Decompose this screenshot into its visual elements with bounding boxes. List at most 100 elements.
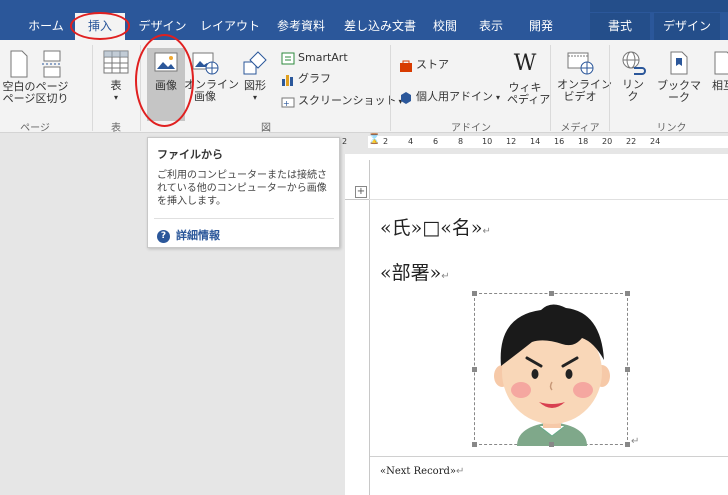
chevron-down-icon: ▾ <box>252 93 257 102</box>
ribbon-separator <box>609 45 610 131</box>
blank-page-button[interactable]: 空白の ページ <box>2 50 36 105</box>
link-button[interactable]: リン ク <box>615 50 651 103</box>
online-video-button[interactable]: オンライン ビデオ <box>557 50 612 103</box>
resize-handle[interactable] <box>472 367 477 372</box>
ruler-tick: 24 <box>650 137 661 146</box>
resize-handle[interactable] <box>472 442 477 447</box>
ruler-tick: 16 <box>554 137 565 146</box>
store-icon <box>400 60 412 72</box>
next-record-field[interactable]: «Next Record»↵ <box>380 466 464 477</box>
face-illustration-icon <box>494 304 610 446</box>
selected-picture[interactable] <box>472 291 630 447</box>
resize-handle[interactable] <box>472 291 477 296</box>
online-video-icon <box>567 52 594 75</box>
chevron-down-icon: ▾ <box>496 93 501 102</box>
shapes-label: 図形 <box>244 79 266 92</box>
smartart-button[interactable]: SmartArt <box>281 50 348 66</box>
ribbon-separator <box>550 45 551 131</box>
smartart-label: SmartArt <box>298 51 348 64</box>
ruler-tick: 6 <box>433 137 439 146</box>
insert-tab-highlight-circle <box>70 12 130 40</box>
addins-icon <box>401 91 411 104</box>
tooltip-divider <box>154 218 334 219</box>
table-row-border <box>370 456 728 457</box>
indent-marker-icon[interactable]: ⌛ <box>368 134 380 145</box>
chart-label: グラフ <box>298 72 331 85</box>
ruler-text-area <box>368 136 728 148</box>
tab-review[interactable]: 校閲 <box>424 13 466 40</box>
name-fields: «氏»□«名» <box>380 217 483 239</box>
resize-handle[interactable] <box>625 367 630 372</box>
horizontal-ruler[interactable]: 2 ⌛ 2 4 6 8 10 12 14 16 18 20 22 24 <box>340 133 728 151</box>
paragraph-mark: ↵ <box>631 436 640 447</box>
ruler-tick: 8 <box>458 137 464 146</box>
pictures-tooltip: ファイルから ご利用のコンピューターまたは接続されている他のコンピューターから画… <box>147 137 340 248</box>
resize-handle[interactable] <box>625 291 630 296</box>
group-label-illustrations: 図 <box>261 123 271 134</box>
my-addins-button[interactable]: 個人用アドイン ▾ <box>399 89 500 106</box>
chart-icon <box>282 74 293 86</box>
store-button[interactable]: ストア <box>399 57 449 73</box>
page-break-label: ページ 区切り <box>35 80 69 105</box>
tooltip-help-link[interactable]: ? 詳細情報 <box>157 227 220 243</box>
ruler-tick: 10 <box>482 137 493 146</box>
shapes-icon <box>243 51 267 75</box>
table-move-handle-icon[interactable]: + <box>355 186 367 198</box>
group-label-media: メディア <box>560 123 600 134</box>
bookmark-button[interactable]: ブックマーク <box>655 50 703 104</box>
smartart-icon <box>281 52 295 64</box>
tab-home[interactable]: ホーム <box>22 13 70 40</box>
ruler-tick: 14 <box>530 137 541 146</box>
table-button[interactable]: 表 ▾ <box>98 50 134 104</box>
tab-view[interactable]: 表示 <box>470 13 512 40</box>
margin-guide <box>345 199 369 200</box>
shapes-button[interactable]: 図形 ▾ <box>238 50 272 104</box>
tab-format[interactable]: 書式 <box>590 13 650 40</box>
group-label-pages: ページ <box>20 123 50 134</box>
group-label-links: リンク <box>656 123 687 134</box>
resize-handle[interactable] <box>549 442 554 447</box>
resize-handle[interactable] <box>549 291 554 296</box>
ribbon-separator <box>92 45 93 131</box>
store-label: ストア <box>416 58 449 71</box>
tab-mailings[interactable]: 差し込み文書 <box>340 13 420 40</box>
merge-field-department[interactable]: «部署»↵ <box>380 258 450 285</box>
tab-table-design[interactable]: デザイン <box>654 13 720 40</box>
ruler-tick: 22 <box>626 137 637 146</box>
screenshot-button[interactable]: + スクリーンショット ▾ <box>281 93 402 110</box>
group-label-addins: アドイン <box>451 123 491 134</box>
ruler-tick: 2 <box>342 137 348 146</box>
next-record-text: «Next Record» <box>380 466 456 477</box>
bookmark-icon <box>670 51 688 75</box>
my-addins-label: 個人用アドイン <box>416 90 493 103</box>
ribbon-separator <box>390 45 391 131</box>
contextual-tab-header <box>590 0 728 12</box>
bookmark-label: ブックマーク <box>657 79 701 104</box>
department-field: «部署» <box>380 262 442 284</box>
group-label-table: 表 <box>111 123 121 134</box>
paragraph-mark: ↵ <box>482 226 491 237</box>
resize-handle[interactable] <box>625 442 630 447</box>
wikipedia-icon: W <box>513 51 537 76</box>
tab-layout[interactable]: レイアウト <box>198 13 262 40</box>
svg-text:+: + <box>283 99 290 108</box>
screenshot-icon: + <box>281 97 295 108</box>
blank-page-label: 空白の ページ <box>2 80 36 105</box>
pictures-highlight-circle <box>135 34 194 127</box>
tab-developer[interactable]: 開発 <box>516 13 566 40</box>
tooltip-help-label: 詳細情報 <box>176 229 220 242</box>
ruler-tick: 4 <box>408 137 414 146</box>
online-picture-icon <box>192 52 219 75</box>
tooltip-description: ご利用のコンピューターまたは接続されている他のコンピューターから画像を挿入します… <box>157 170 327 207</box>
ruler-tick: 2 <box>383 137 389 146</box>
page-break-button[interactable]: ページ 区切り <box>34 50 70 105</box>
chart-button[interactable]: グラフ <box>281 71 331 87</box>
crossref-button[interactable]: 相互 <box>708 50 728 92</box>
link-label: リン ク <box>622 78 644 103</box>
wikipedia-button[interactable]: W ウィキ ペディア <box>507 51 550 106</box>
blank-page-icon <box>10 50 28 78</box>
tooltip-title: ファイルから <box>157 148 223 161</box>
merge-field-name[interactable]: «氏»□«名»↵ <box>380 213 491 240</box>
crossref-icon <box>714 51 728 75</box>
tab-references[interactable]: 参考資料 <box>270 13 332 40</box>
